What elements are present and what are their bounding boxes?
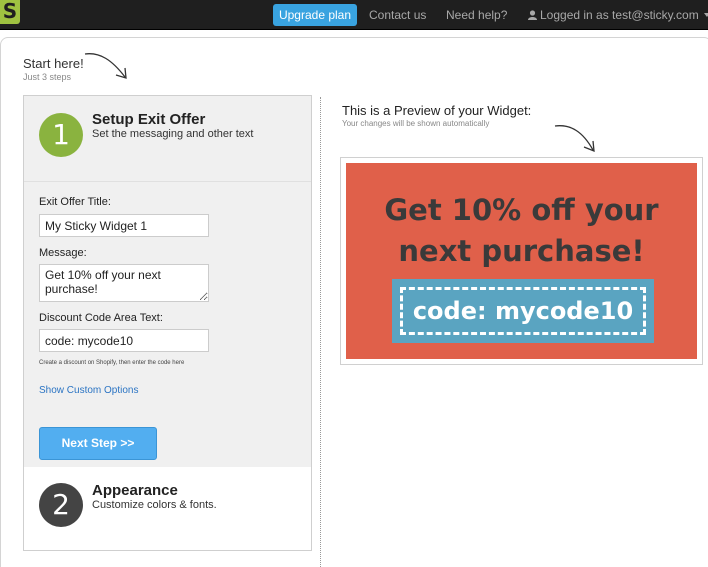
discount-code-label: Discount Code Area Text:	[39, 312, 163, 324]
step-1-header[interactable]: 1 Setup Exit Offer Set the messaging and…	[24, 96, 311, 182]
widget-message: Get 10% off your next purchase!	[384, 193, 659, 268]
exit-offer-form: Exit Offer Title: Message: Get 10% off y…	[24, 182, 311, 467]
step-1-number: 1	[39, 113, 83, 157]
user-menu[interactable]: Logged in as test@sticky.com	[528, 8, 708, 22]
exit-offer-title-input[interactable]	[39, 214, 209, 237]
step-2-description: Customize colors & fonts.	[92, 499, 217, 511]
user-icon	[528, 10, 537, 20]
widget-preview-frame: Get 10% off your next purchase! code: my…	[340, 157, 703, 365]
widget-code-area: code: mycode10	[392, 279, 654, 343]
message-textarea[interactable]: Get 10% off your next purchase!	[39, 264, 209, 302]
contact-us-link[interactable]: Contact us	[369, 8, 426, 22]
top-navigation-bar: S Upgrade plan Contact us Need help? Log…	[0, 0, 708, 30]
show-custom-options-link[interactable]: Show Custom Options	[39, 385, 139, 396]
step-1-description: Set the messaging and other text	[92, 128, 254, 140]
message-label: Message:	[39, 247, 87, 259]
preview-heading: This is a Preview of your Widget:	[342, 103, 532, 118]
curved-arrow-icon	[554, 125, 595, 153]
preview-subtitle: Your changes will be shown automatically	[342, 119, 490, 128]
discount-code-help-text: Create a discount on Shopify, then enter…	[39, 360, 185, 366]
curved-arrow-icon	[84, 53, 127, 79]
widget-preview: Get 10% off your next purchase! code: my…	[346, 163, 697, 359]
start-here-heading: Start here!	[23, 56, 84, 71]
step-1-title: Setup Exit Offer	[92, 111, 206, 128]
sticky-logo[interactable]: S	[0, 0, 20, 24]
exit-offer-title-label: Exit Offer Title:	[39, 196, 111, 208]
need-help-link[interactable]: Need help?	[446, 8, 507, 22]
upgrade-plan-button[interactable]: Upgrade plan	[273, 4, 357, 26]
discount-code-input[interactable]	[39, 329, 209, 352]
widget-code-text: code: mycode10	[400, 287, 646, 335]
step-2-title[interactable]: Appearance	[92, 482, 178, 499]
panel-divider	[320, 97, 321, 567]
step-2-number: 2	[39, 483, 83, 527]
logged-in-label: Logged in as test@sticky.com	[540, 8, 699, 22]
chevron-down-icon	[703, 13, 708, 17]
start-here-subtitle: Just 3 steps	[23, 72, 72, 82]
steps-panel: 1 Setup Exit Offer Set the messaging and…	[23, 95, 312, 551]
next-step-button[interactable]: Next Step >>	[39, 427, 157, 460]
